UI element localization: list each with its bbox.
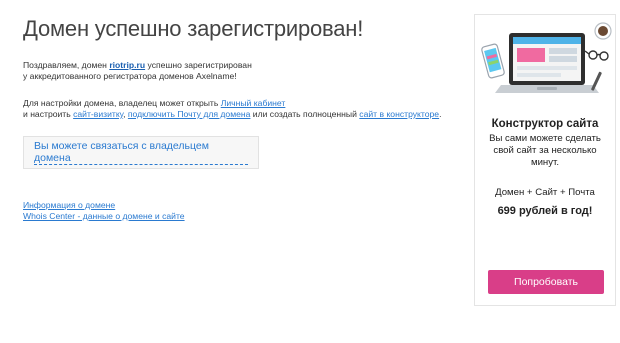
domain-link[interactable]: riotrip.ru	[109, 60, 145, 70]
mail-link[interactable]: подключить Почту для домена	[128, 109, 251, 119]
laptop-illustration	[481, 22, 612, 93]
glasses-icon	[584, 50, 609, 61]
setup-mid: или создать полноценный	[250, 109, 360, 119]
congrats-prefix: Поздравляем, домен	[23, 60, 110, 70]
congrats-line2: у аккредитованного регистратора доменов …	[23, 71, 237, 81]
info-links: Информация о домене Whois Center - данны…	[23, 200, 453, 222]
setup-line1: Для настройки домена, владелец может отк…	[23, 98, 221, 108]
congrats-text: Поздравляем, домен riotrip.ru успешно за…	[23, 60, 453, 82]
coffee-cup-icon	[594, 22, 612, 40]
laptop-icon	[495, 33, 599, 93]
ad-price: 699 рублей в год!	[497, 205, 593, 217]
ad-text: Вы сами можете сделать свой сайт за неск…	[489, 133, 601, 168]
ad-combo: Домен + Сайт + Почта	[495, 187, 595, 198]
page-title: Домен успешно зарегистрирован!	[23, 16, 364, 41]
phone-icon	[481, 43, 505, 79]
pen-icon	[591, 71, 602, 91]
main-content: Домен успешно зарегистрирован! Поздравля…	[23, 14, 453, 222]
try-button[interactable]: Попробовать	[488, 270, 604, 294]
congrats-suffix: успешно зарегистрирован	[145, 60, 252, 70]
cabinet-link[interactable]: Личный кабинет	[221, 98, 286, 108]
domain-info-link[interactable]: Информация о домене	[23, 200, 453, 211]
contact-box: Вы можете связаться с владельцем домена	[23, 136, 259, 169]
setup-text: Для настройки домена, владелец может отк…	[23, 98, 453, 120]
builder-link[interactable]: сайт в конструкторе	[359, 109, 439, 119]
site-builder-ad: Конструктор сайта Вы сами можете сделать…	[474, 14, 616, 306]
whois-link[interactable]: Whois Center - данные о домене и сайте	[23, 211, 453, 222]
setup-line2-prefix: и настроить	[23, 109, 74, 119]
ad-title: Конструктор сайта	[491, 118, 599, 130]
contact-owner-link[interactable]: Вы можете связаться с владельцем домена	[34, 140, 248, 165]
setup-end: .	[439, 109, 442, 119]
card-site-link[interactable]: сайт-визитку	[73, 109, 123, 119]
